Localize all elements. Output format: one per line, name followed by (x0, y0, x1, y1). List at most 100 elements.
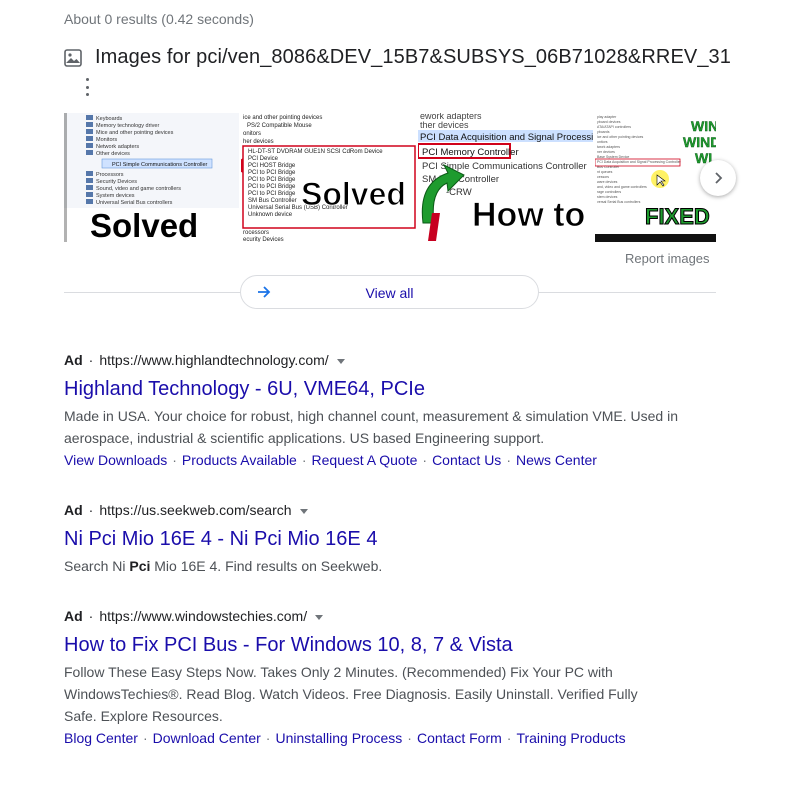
svg-text:Monitors: Monitors (96, 137, 117, 143)
ad-badge: Ad (64, 352, 83, 368)
separator-dot: · (88, 502, 94, 518)
caret-down-icon[interactable] (315, 614, 324, 620)
ad-result: Ad · https://www.windowstechies.com/ How… (64, 606, 724, 749)
image-thumbnail[interactable]: Keyboards Memory technology driver Mice a… (64, 113, 239, 242)
ad-result: Ad · https://us.seekweb.com/search Ni Pc… (64, 500, 724, 577)
svg-text:PCI Memory Controller: PCI Memory Controller (422, 147, 519, 158)
sitelink-blog-center[interactable]: Blog Center (64, 730, 138, 746)
svg-text:PCI to PCI Bridge: PCI to PCI Bridge (248, 170, 296, 176)
sitelink-products-available[interactable]: Products Available (182, 452, 297, 468)
svg-text:cessors: cessors (597, 175, 609, 179)
chevron-right-icon (715, 172, 723, 184)
svg-text:her devices: her devices (243, 139, 274, 145)
ad-title-link[interactable]: How to Fix PCI Bus - For Windows 10, 8, … (64, 632, 724, 658)
image-thumbnail[interactable]: ice and other pointing devices PS/2 Comp… (241, 113, 416, 242)
svg-text:ATA/ATAPI controllers: ATA/ATAPI controllers (597, 125, 631, 129)
svg-text:PS/2 Compatible Mouse: PS/2 Compatible Mouse (247, 123, 312, 129)
sitelink-download-center[interactable]: Download Center (153, 730, 261, 746)
sitelink-contact-form[interactable]: Contact Form (417, 730, 502, 746)
ad-url-line: Ad · https://www.windowstechies.com/ (64, 606, 724, 626)
svg-text:Keyboards: Keyboards (96, 116, 123, 122)
svg-text:PCI Data Acquisition and Signa: PCI Data Acquisition and Signal Processi… (420, 132, 593, 143)
svg-text:Solved: Solved (90, 207, 198, 242)
images-title[interactable]: Images for pci/ven_8086&DEV_15B7&SUBSYS_… (95, 46, 731, 69)
svg-text:onitors: onitors (597, 140, 608, 144)
svg-text:PCI HOST Bridge: PCI HOST Bridge (248, 163, 296, 169)
svg-text:ice and other pointing devices: ice and other pointing devices (597, 135, 644, 139)
svg-text:rage controllers: rage controllers (597, 190, 621, 194)
svg-text:FIXED: FIXED (645, 204, 710, 229)
svg-text:PCI Device: PCI Device (248, 156, 279, 162)
sitelink-view-downloads[interactable]: View Downloads (64, 452, 167, 468)
svg-text:PCI to PCI Bridge: PCI to PCI Bridge (248, 191, 296, 197)
carousel-next-button[interactable] (700, 160, 736, 196)
svg-text:versal Serial Bus controllers: versal Serial Bus controllers (597, 200, 641, 204)
svg-text:ther devices: ther devices (420, 120, 469, 130)
svg-text:rocessors: rocessors (243, 230, 269, 236)
svg-text:onitors: onitors (243, 131, 261, 137)
svg-text:System devices: System devices (96, 193, 135, 199)
svg-text:PCI to PCI Bridge: PCI to PCI Bridge (248, 177, 296, 183)
svg-text:Memory technology driver: Memory technology driver (96, 123, 159, 129)
sitelinks: View Downloads · Products Available · Reques… (64, 452, 597, 468)
svg-text:WIN: WIN (691, 118, 716, 134)
svg-text:PCI Data Acquisition and Signa: PCI Data Acquisition and Signal Processi… (597, 160, 682, 164)
svg-text:Unknown device: Unknown device (248, 212, 293, 218)
svg-text:Mice and other pointing device: Mice and other pointing devices (96, 130, 174, 136)
svg-text:yboards: yboards (597, 130, 610, 134)
more-options-icon[interactable] (82, 78, 92, 96)
svg-text:Network adapters: Network adapters (96, 144, 139, 150)
ad-display-url[interactable]: https://www.windowstechies.com/ (99, 608, 307, 624)
sitelink-training-products[interactable]: Training Products (516, 730, 625, 746)
caret-down-icon[interactable] (336, 358, 345, 364)
report-images-link[interactable]: Report images (625, 251, 710, 266)
sitelink-request-quote[interactable]: Request A Quote (312, 452, 418, 468)
image-thumbnail[interactable]: ework adapters ther devices PCI Data Acq… (418, 113, 593, 242)
svg-text:and, video and game controller: and, video and game controllers (597, 185, 647, 189)
svg-text:SM Bus Controller: SM Bus Controller (248, 198, 297, 204)
svg-text:Solved: Solved (301, 176, 406, 212)
ad-title-link[interactable]: Highland Technology - 6U, VME64, PCIe (64, 376, 724, 402)
image-thumbnail[interactable]: play adapter yboard devices ATA/ATAPI con… (595, 113, 716, 242)
ad-display-url[interactable]: https://www.highlandtechnology.com/ (99, 352, 328, 368)
images-header: Images for pci/ven_8086&DEV_15B7&SUBSYS_… (64, 46, 731, 69)
caret-down-icon[interactable] (299, 508, 308, 514)
svg-text:ner devices: ner devices (597, 150, 615, 154)
sitelink-news-center[interactable]: News Center (516, 452, 597, 468)
separator-dot: · (88, 608, 94, 624)
ad-url-line: Ad · https://us.seekweb.com/search (64, 500, 724, 520)
sitelinks: Blog Center · Download Center · Uninstalling… (64, 730, 626, 746)
sitelink-uninstalling-process[interactable]: Uninstalling Process (275, 730, 402, 746)
result-stats: About 0 results (0.42 seconds) (64, 11, 254, 27)
svg-text:PCI Simple Communications Cont: PCI Simple Communications Controller (112, 162, 208, 168)
ad-title-link[interactable]: Ni Pci Mio 16E 4 - Ni Pci Mio 16E 4 (64, 526, 724, 552)
svg-text:Security Devices: Security Devices (96, 179, 137, 185)
svg-text:ecurity Devices: ecurity Devices (243, 237, 284, 242)
ad-display-url[interactable]: https://us.seekweb.com/search (99, 502, 291, 518)
image-icon (64, 48, 82, 67)
svg-text:PCI to PCI Bridge: PCI to PCI Bridge (248, 184, 296, 190)
svg-text:play adapter: play adapter (597, 115, 617, 119)
sitelink-contact-us[interactable]: Contact Us (432, 452, 501, 468)
svg-text:stem devices: stem devices (597, 195, 618, 199)
view-all-button[interactable]: View all (240, 275, 539, 309)
svg-text:ware devices: ware devices (597, 180, 618, 184)
ad-badge: Ad (64, 608, 83, 624)
ad-description: Made in USA. Your choice for robust, hig… (64, 408, 678, 446)
svg-text:HL-DT-ST DVDRAM GUE1N SCSI CdR: HL-DT-ST DVDRAM GUE1N SCSI CdRom Device (248, 149, 383, 155)
svg-text:Sound, video and game controll: Sound, video and game controllers (96, 186, 181, 192)
svg-text:Universal Serial Bus controlle: Universal Serial Bus controllers (96, 200, 173, 206)
svg-text:twork adapters: twork adapters (597, 145, 620, 149)
svg-text:Processors: Processors (96, 172, 124, 178)
image-carousel: Keyboards Memory technology driver Mice a… (64, 113, 716, 242)
separator-dot: · (88, 352, 94, 368)
ad-result: Ad · https://www.highlandtechnology.com/… (64, 350, 724, 471)
ad-badge: Ad (64, 502, 83, 518)
ad-description: Search Ni Pci Mio 16E 4. Find results on… (64, 558, 383, 574)
view-all-label: View all (365, 285, 414, 301)
svg-text:Other devices: Other devices (96, 151, 130, 157)
ad-url-line: Ad · https://www.highlandtechnology.com/ (64, 350, 724, 370)
svg-text:ice and other pointing devices: ice and other pointing devices (243, 115, 322, 121)
svg-text:How to fi: How to fi (472, 196, 593, 234)
svg-text:WINDO: WINDO (683, 134, 716, 150)
